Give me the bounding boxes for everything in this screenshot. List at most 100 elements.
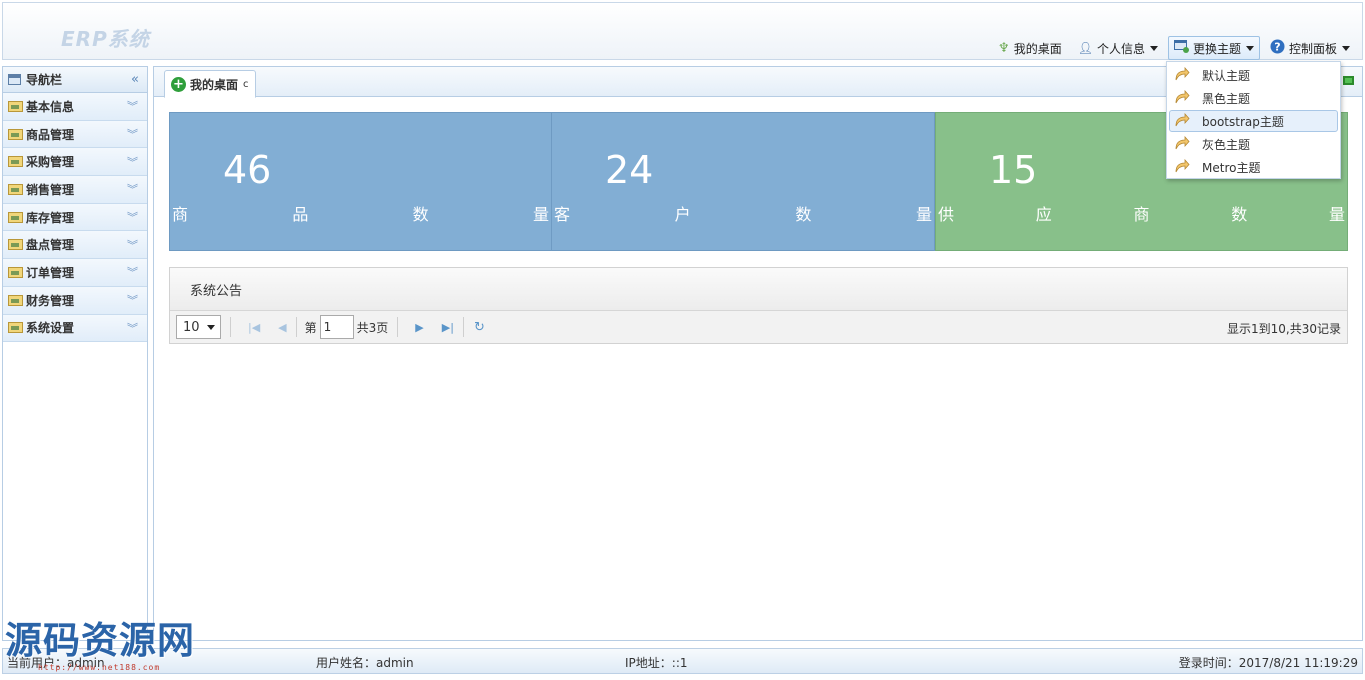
image-folder-icon: [8, 156, 23, 168]
expand-down-icon: ︾: [127, 100, 138, 114]
image-folder-icon: [8, 239, 23, 251]
sidebar-item-goods[interactable]: 商品管理 ︾: [3, 120, 147, 149]
last-page-icon[interactable]: ▶|: [442, 321, 454, 334]
stat-label-char: 客: [554, 205, 571, 224]
desktop-icon: ♆: [998, 40, 1010, 56]
tab-label: 我的桌面: [190, 77, 239, 92]
stat-label: 供 应 商 数 量: [938, 201, 1345, 225]
login-time: 登录时间：2017/8/21 11:19:29: [1178, 656, 1358, 670]
arrow-icon: [1174, 66, 1192, 84]
stat-label-char: 数: [1231, 205, 1248, 224]
theme-option-label: 默认主题: [1202, 68, 1251, 83]
image-folder-icon: [8, 128, 23, 140]
image-folder-icon: [8, 294, 23, 306]
sidebar-item-label: 盘点管理: [26, 238, 75, 253]
next-page-icon[interactable]: ▶: [415, 321, 423, 334]
pager-separator: [462, 317, 464, 337]
top-nav: ♆ 我的桌面 👤︎ 个人信息 更换主题 ? 控制面板: [988, 35, 1356, 61]
stat-label-char: 户: [674, 205, 691, 224]
sidebar-item-sales[interactable]: 销售管理 ︾: [3, 176, 147, 204]
chevron-down-icon: [206, 324, 215, 330]
stat-label-char: 商: [172, 205, 189, 224]
sidebar-item-label: 财务管理: [26, 293, 75, 308]
user-name: 用户姓名：admin: [316, 656, 414, 670]
card-divider: [551, 139, 552, 251]
nav-control-panel[interactable]: ? 控制面板: [1264, 36, 1356, 60]
stat-card-customers: 24 客 户 数 量: [552, 112, 935, 251]
nav-desktop-label: 我的桌面: [1013, 41, 1062, 56]
watermark-text: 源码资源网: [5, 619, 195, 662]
stat-label-char: 数: [412, 205, 429, 224]
sidebar-item-inventory[interactable]: 库存管理 ︾: [3, 203, 147, 232]
stat-card-products: 46 商 品 数 量: [169, 112, 552, 251]
expand-down-icon: ︾: [127, 266, 138, 280]
expand-down-icon: ︾: [127, 155, 138, 169]
theme-option-bootstrap[interactable]: bootstrap主题: [1169, 110, 1338, 132]
pager-info: 显示1到10,共30记录: [1227, 322, 1341, 336]
page-prefix: 第: [304, 320, 317, 335]
image-folder-icon: [8, 266, 23, 278]
sidebar-item-basic-info[interactable]: 基本信息 ︾: [3, 93, 147, 121]
sidebar-item-purchase[interactable]: 采购管理 ︾: [3, 148, 147, 177]
chevron-down-icon: [1245, 45, 1254, 51]
nav-theme[interactable]: 更换主题: [1167, 36, 1260, 60]
nav-desktop[interactable]: ♆ 我的桌面: [992, 36, 1068, 60]
tab-my-desktop[interactable]: + 我的桌面 c: [164, 70, 256, 98]
theme-option-metro[interactable]: Metro主题: [1169, 156, 1338, 178]
nav-control-label: 控制面板: [1288, 41, 1337, 56]
sidebar-item-stocktake[interactable]: 盘点管理 ︾: [3, 231, 147, 260]
chevron-down-icon: [1149, 45, 1158, 51]
theme-option-gray[interactable]: 灰色主题: [1169, 133, 1338, 155]
watermark-url: http://www.net188.com: [38, 663, 161, 672]
expand-down-icon: ︾: [127, 128, 138, 142]
page-size-value: 10: [183, 319, 200, 335]
arrow-icon: [1174, 89, 1192, 107]
theme-option-label: Metro主题: [1202, 160, 1261, 175]
user-icon: 👤︎: [1077, 41, 1093, 55]
sidebar-item-label: 商品管理: [26, 127, 75, 142]
stat-value: 15: [989, 148, 1038, 192]
arrow-icon: [1174, 112, 1192, 130]
sidebar: 导航栏 « 基本信息 ︾ 商品管理 ︾ 采购管理 ︾ 销售管理 ︾ 库存管理 ︾…: [2, 66, 148, 641]
expand-down-icon: ︾: [127, 183, 138, 197]
page-size-select[interactable]: 10: [176, 315, 221, 339]
first-page-icon[interactable]: |◀: [248, 321, 260, 334]
stat-label-char: 供: [938, 205, 955, 224]
image-folder-icon: [8, 322, 23, 334]
reload-icon[interactable]: ↻: [474, 320, 485, 335]
stat-label-char: 数: [795, 205, 812, 224]
theme-option-label: bootstrap主题: [1202, 114, 1284, 129]
stat-label-char: 商: [1133, 205, 1150, 224]
refresh-icon[interactable]: c: [243, 79, 249, 90]
stat-value: 46: [223, 148, 272, 192]
theme-option-label: 灰色主题: [1202, 137, 1251, 152]
page-total: 共3页: [356, 320, 389, 335]
stat-label-char: 量: [915, 205, 932, 224]
help-icon: ?: [1270, 39, 1285, 57]
collapse-left-icon[interactable]: «: [131, 72, 139, 87]
sidebar-item-label: 销售管理: [26, 182, 75, 197]
sidebar-item-label: 采购管理: [26, 155, 75, 170]
image-folder-icon: [8, 211, 23, 223]
nav-profile[interactable]: 👤︎ 个人信息: [1072, 36, 1164, 60]
sidebar-item-settings[interactable]: 系统设置 ︾: [3, 314, 147, 343]
image-folder-icon: [8, 100, 23, 112]
plus-circle-icon: +: [171, 76, 186, 92]
maximize-icon[interactable]: [1343, 76, 1354, 85]
sidebar-item-finance[interactable]: 财务管理 ︾: [3, 286, 147, 315]
theme-option-black[interactable]: 黑色主题: [1169, 87, 1338, 109]
prev-page-icon[interactable]: ◀: [278, 321, 286, 334]
notice-title: 系统公告: [170, 268, 1347, 311]
stat-label-char: 量: [1328, 205, 1345, 224]
theme-option-default[interactable]: 默认主题: [1169, 64, 1338, 86]
arrow-icon: [1174, 158, 1192, 176]
theme-dropdown-menu: 默认主题 黑色主题 bootstrap主题 灰色主题 Metro主题: [1166, 61, 1341, 179]
nav-profile-label: 个人信息: [1096, 41, 1145, 56]
stat-label-char: 品: [292, 205, 309, 224]
theme-option-label: 黑色主题: [1202, 91, 1251, 106]
sidebar-title: 导航栏: [26, 73, 63, 87]
pagination-bar: 10 |◀ ◀ 第 1 共3页 ▶ ▶| ↻ 显示1到10,共30记录: [170, 311, 1347, 343]
sidebar-item-orders[interactable]: 订单管理 ︾: [3, 259, 147, 287]
nav-theme-label: 更换主题: [1192, 41, 1241, 56]
page-number-input[interactable]: 1: [319, 315, 354, 339]
